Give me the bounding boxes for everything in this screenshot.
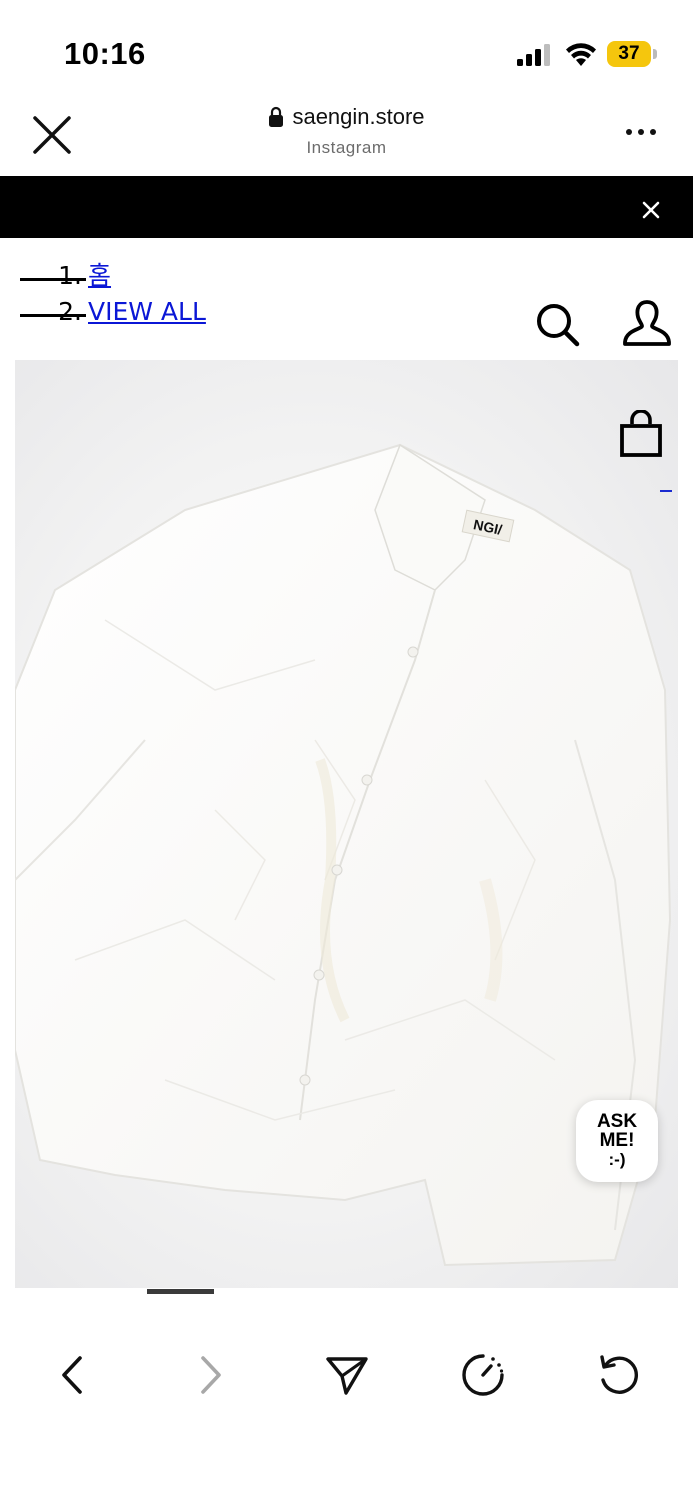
status-time: 10:16 xyxy=(64,36,146,71)
slider-indicator xyxy=(147,1289,214,1294)
ask-me-chat-button[interactable]: ASK ME! :-) xyxy=(576,1100,658,1182)
breadcrumb: 1. 홈 2. VIEW ALL xyxy=(20,258,206,330)
more-icon[interactable] xyxy=(624,120,658,144)
speedometer-icon[interactable] xyxy=(460,1352,506,1398)
close-icon[interactable] xyxy=(30,113,74,157)
browser-toolbar xyxy=(0,1330,693,1420)
address-bar[interactable]: saengin.store Instagram xyxy=(200,102,493,158)
breadcrumb-link-view-all[interactable]: VIEW ALL xyxy=(88,297,206,326)
battery-indicator: 37 xyxy=(607,41,657,69)
breadcrumb-item: 1. 홈 xyxy=(20,258,206,294)
send-icon[interactable] xyxy=(324,1352,370,1398)
reload-icon[interactable] xyxy=(596,1352,642,1398)
battery-cap xyxy=(653,49,657,59)
ask-me-text: ME! xyxy=(599,1130,635,1151)
ask-me-text: ASK xyxy=(596,1111,638,1132)
user-icon[interactable] xyxy=(622,298,672,348)
source-label: Instagram xyxy=(306,138,387,157)
breadcrumb-number: 2. xyxy=(58,297,82,326)
chevron-left-icon[interactable] xyxy=(50,1352,96,1398)
breadcrumb-number: 1. xyxy=(58,261,82,290)
chevron-right-icon[interactable] xyxy=(187,1352,233,1398)
cart-count-link[interactable] xyxy=(660,490,672,492)
url-text: saengin.store xyxy=(292,104,425,129)
menu-line xyxy=(20,314,86,317)
promo-banner xyxy=(0,176,693,238)
ask-me-emoticon: :-) xyxy=(608,1150,626,1169)
lock-icon xyxy=(269,106,284,127)
cellular-signal-icon xyxy=(517,44,550,66)
close-icon[interactable] xyxy=(639,198,663,222)
wifi-icon xyxy=(566,43,596,66)
shopping-bag-icon[interactable] xyxy=(619,410,663,458)
breadcrumb-link-home[interactable]: 홈 xyxy=(88,261,111,290)
breadcrumb-item: 2. VIEW ALL xyxy=(20,294,206,330)
battery-level: 37 xyxy=(607,41,651,67)
search-icon[interactable] xyxy=(533,300,581,348)
status-bar: 10:16 37 xyxy=(0,0,693,100)
menu-line xyxy=(20,278,86,281)
